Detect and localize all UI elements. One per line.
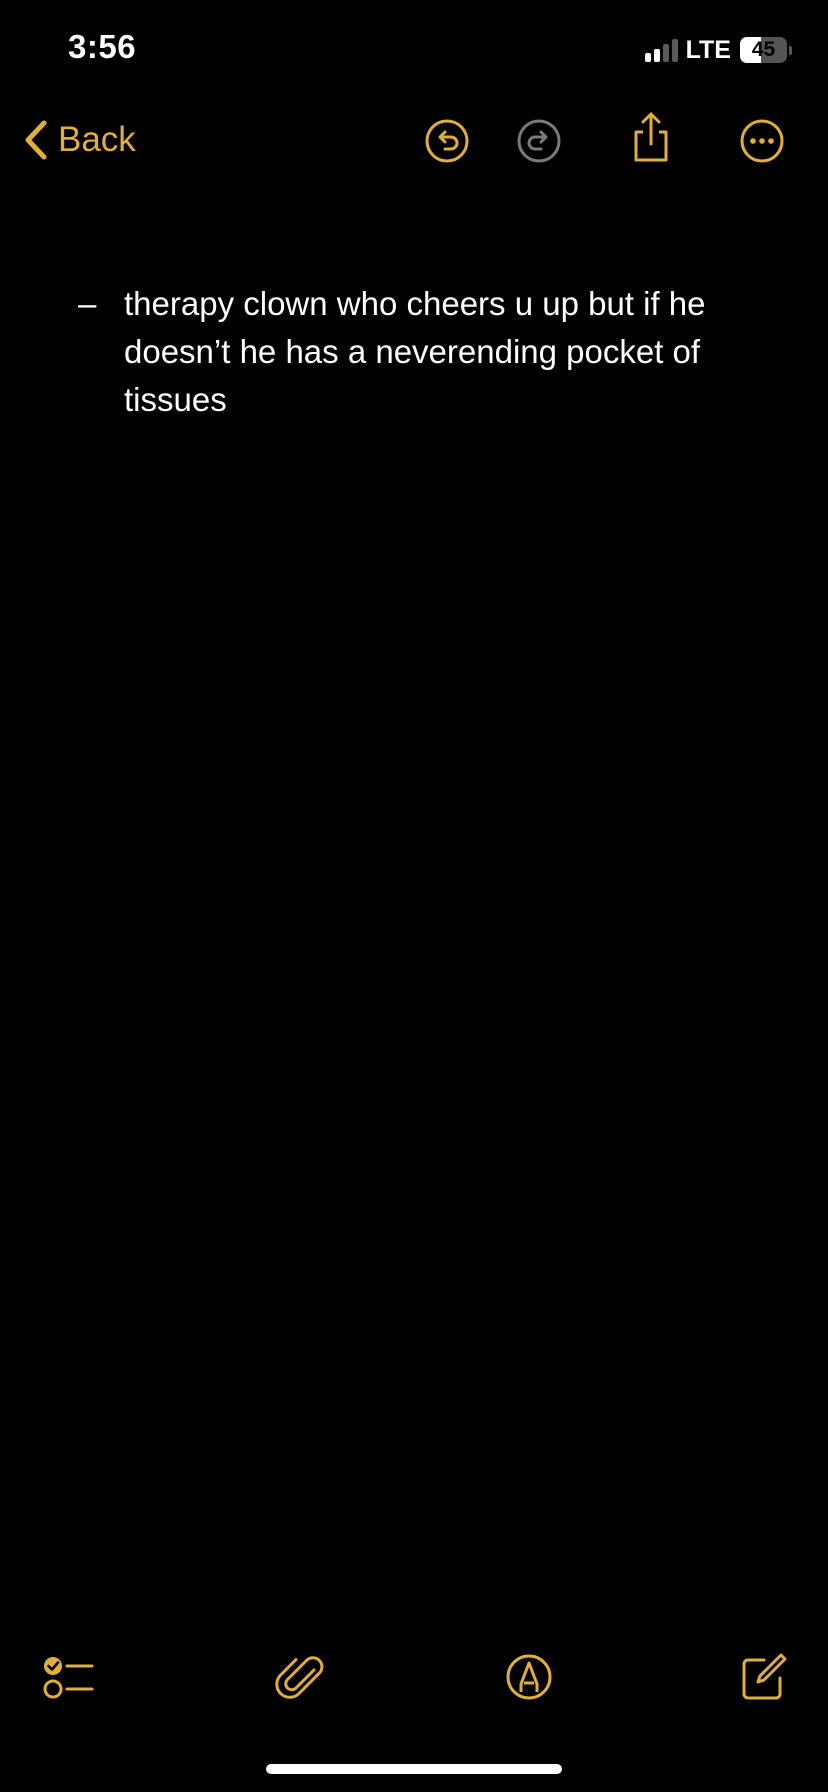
network-type-label: LTE <box>685 35 731 64</box>
status-time: 3:56 <box>68 28 137 65</box>
bottom-toolbar <box>0 1650 828 1710</box>
more-icon <box>739 118 785 164</box>
status-indicators: LTE 45 <box>644 35 792 64</box>
status-bar: 3:56 LTE 45 <box>0 0 828 100</box>
battery-icon: 45 <box>740 37 787 63</box>
list-item[interactable]: – therapy clown who cheers u up but if h… <box>0 280 828 424</box>
share-button[interactable] <box>628 110 674 164</box>
navigation-bar: Back <box>0 100 828 180</box>
home-indicator[interactable] <box>266 1764 562 1774</box>
markup-button[interactable] <box>502 1650 556 1704</box>
more-options-button[interactable] <box>739 118 785 164</box>
note-body[interactable]: – therapy clown who cheers u up but if h… <box>0 280 828 424</box>
bullet-dash: – <box>78 285 97 322</box>
markup-icon <box>502 1650 556 1704</box>
list-item-text[interactable]: therapy clown who cheers u up but if he … <box>124 280 758 424</box>
signal-strength-icon <box>644 38 678 62</box>
attachment-button[interactable] <box>274 1650 328 1704</box>
checklist-icon <box>40 1650 94 1704</box>
undo-icon <box>424 118 470 164</box>
share-icon <box>628 110 674 164</box>
compose-icon <box>736 1650 790 1704</box>
battery-level-label: 45 <box>751 38 776 61</box>
back-button[interactable]: Back <box>22 118 136 162</box>
battery-nub <box>789 45 792 55</box>
redo-icon <box>516 118 562 164</box>
attachment-icon <box>274 1650 328 1704</box>
undo-button[interactable] <box>424 118 470 164</box>
compose-button[interactable] <box>736 1650 790 1704</box>
redo-button[interactable] <box>516 118 562 164</box>
chevron-left-icon <box>22 119 48 161</box>
back-label: Back <box>58 120 136 159</box>
checklist-button[interactable] <box>40 1650 94 1704</box>
